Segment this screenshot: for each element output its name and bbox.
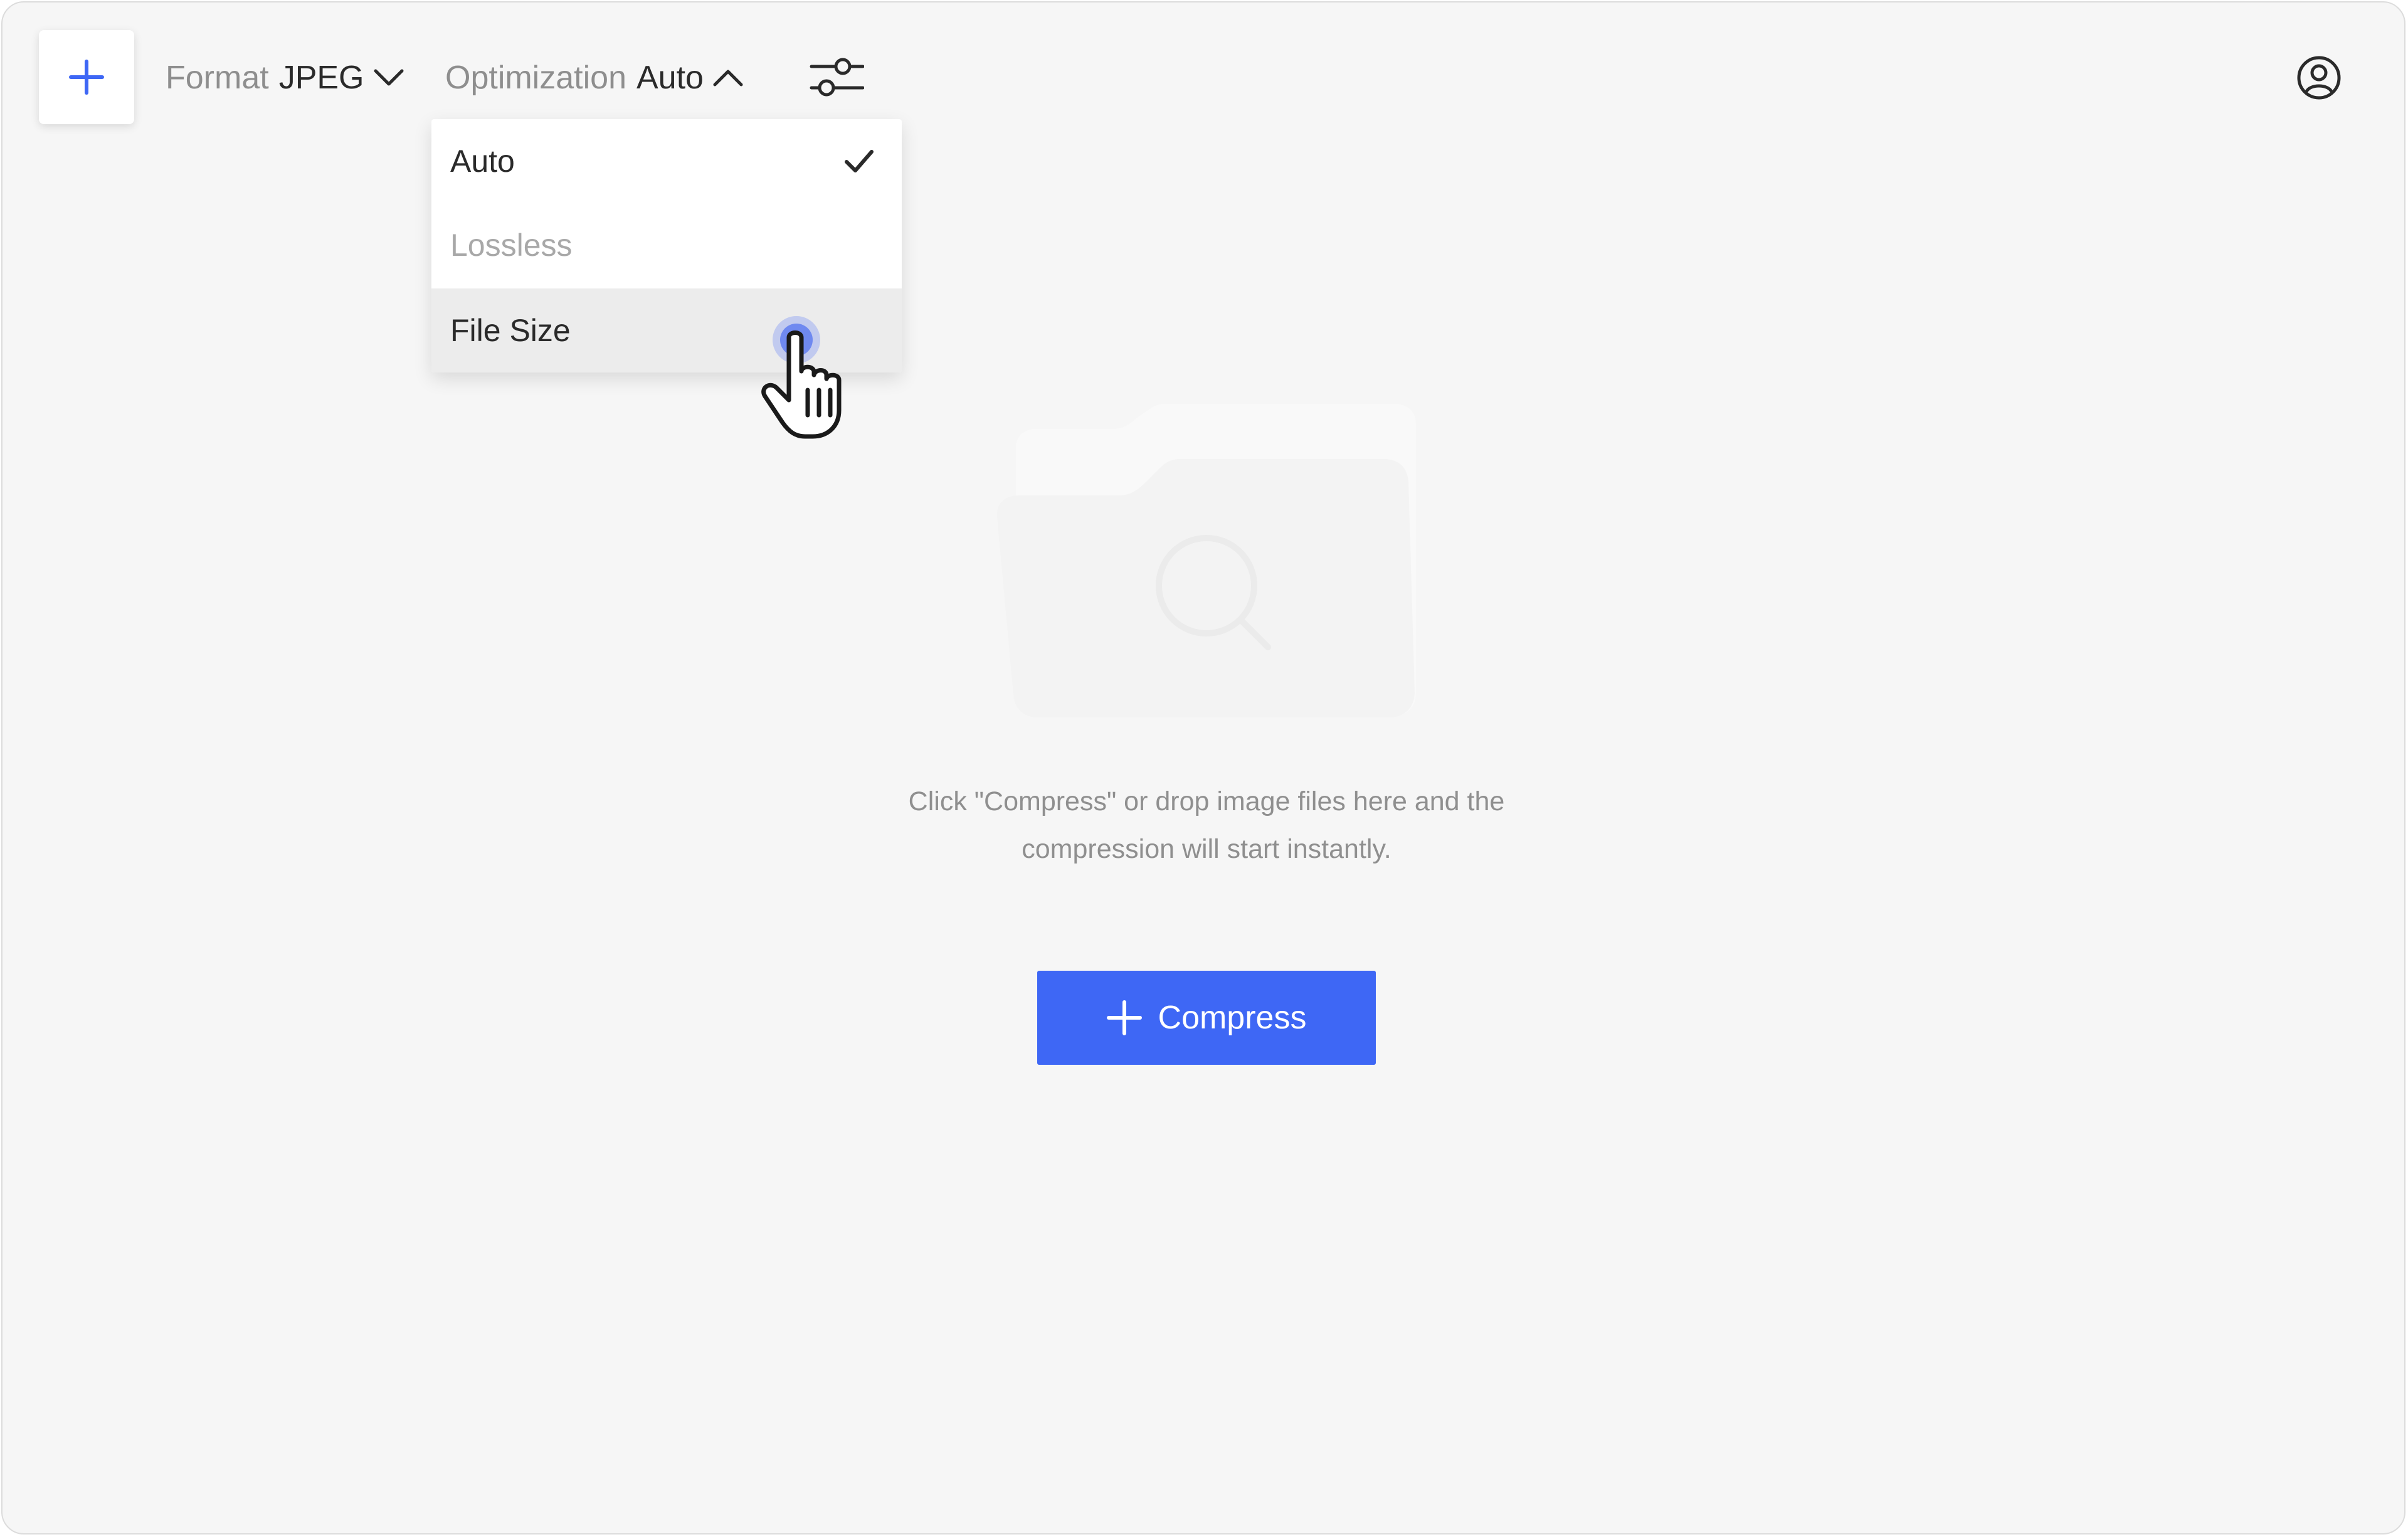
optimization-dropdown[interactable]: Optimization Auto — [445, 46, 744, 109]
format-label: Format — [166, 60, 269, 96]
plus-icon — [69, 60, 104, 95]
optimization-menu: Auto Lossless File Size — [431, 119, 902, 372]
format-dropdown[interactable]: Format JPEG — [166, 46, 404, 109]
format-value: JPEG — [278, 60, 364, 96]
optimization-value: Auto — [636, 60, 704, 96]
user-circle-icon[interactable] — [2296, 55, 2342, 100]
sliders-icon[interactable] — [808, 53, 864, 103]
compress-button-label: Compress — [1158, 1000, 1307, 1036]
menu-item-label: Lossless — [450, 228, 573, 263]
plus-icon — [1106, 1000, 1142, 1035]
hint-line-1: Click "Compress" or drop image files her… — [908, 786, 1505, 816]
compress-button[interactable]: Compress — [1037, 971, 1376, 1065]
hint-line-2: compression will start instantly. — [1022, 834, 1391, 864]
chevron-up-icon — [713, 70, 743, 87]
add-files-button[interactable] — [39, 30, 134, 124]
chevron-down-icon — [374, 69, 404, 86]
app-window: Format JPEG Optimization Auto Auto Lossl… — [1, 1, 2405, 1534]
empty-state-hint: Click "Compress" or drop image files her… — [705, 778, 1708, 873]
menu-item-file-size[interactable]: File Size — [431, 288, 902, 372]
menu-item-label: Auto — [450, 144, 515, 179]
menu-item-label: File Size — [450, 313, 571, 348]
menu-item-auto[interactable]: Auto — [431, 119, 902, 203]
optimization-label: Optimization — [445, 60, 626, 96]
menu-item-lossless: Lossless — [431, 203, 902, 287]
folder-search-icon — [996, 404, 1416, 717]
check-icon — [845, 150, 874, 172]
